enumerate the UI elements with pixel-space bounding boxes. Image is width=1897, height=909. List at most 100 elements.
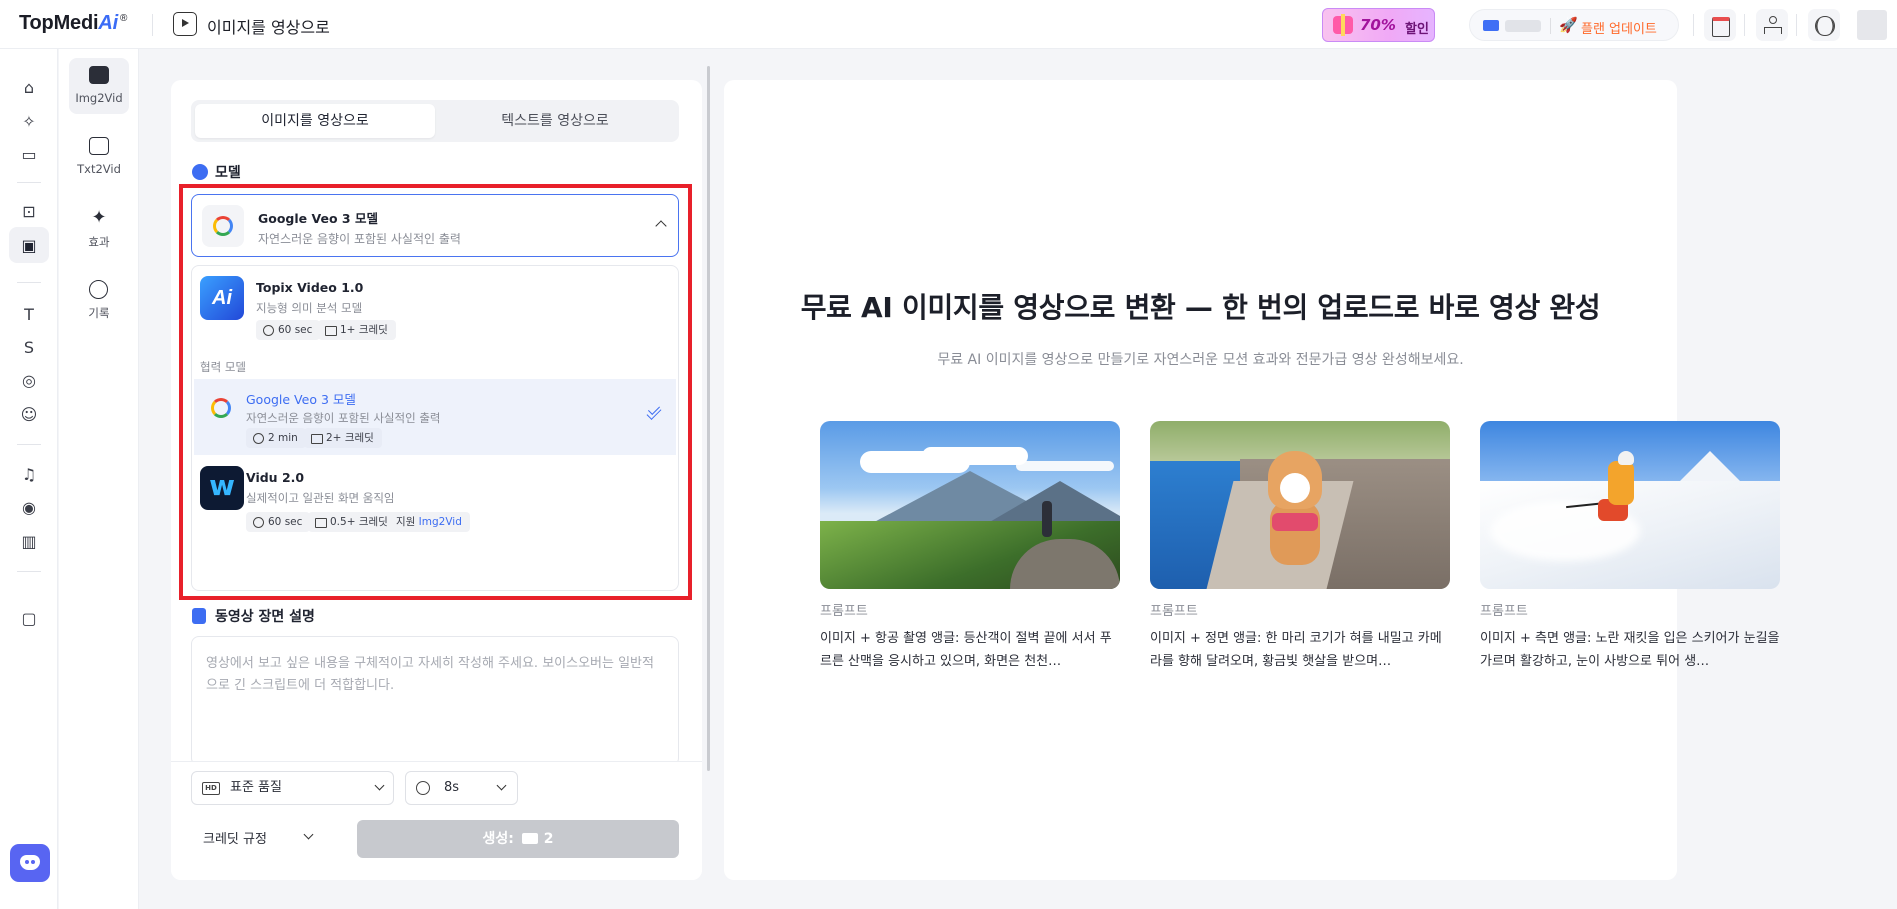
divider [17,182,41,183]
selected-model-name: Google Veo 3 모델 [258,211,378,226]
avatar[interactable] [1857,10,1887,40]
upgrade-plan-button[interactable]: 🚀 플랜 업데이트 [1469,9,1679,41]
ai-tool-icon[interactable]: ▢ [17,606,41,630]
mode-tabs: 이미지를 영상으로 텍스트를 영상으로 [191,100,679,142]
gift-icon [1333,14,1353,36]
tab-text-to-video[interactable]: 텍스트를 영상으로 [435,104,675,138]
scene-section-title: 동영상 장면 설명 [215,609,315,625]
discord-icon[interactable] [10,844,50,882]
image-video-icon [89,66,109,84]
chevron-down-icon [496,780,507,791]
option-desc: 지능형 의미 분석 모델 [256,301,363,315]
image-to-video-icon [173,12,197,36]
promo-percent: 70% [1360,16,1396,34]
avatar-tool-icon[interactable]: ☺ [17,402,41,426]
partner-models-label: 협력 모델 [200,360,246,374]
example-image-skier [1480,421,1780,589]
promo-badge[interactable]: 70% 할인 [1322,8,1435,42]
subnav-item-txt2vid[interactable]: Txt2Vid [69,129,129,185]
quality-select[interactable]: HD 표준 품질 [191,771,394,805]
settings-panel: 이미지를 영상으로 텍스트를 영상으로 모델 Google Veo 3 모델 자… [171,80,702,880]
topix-logo-icon: Ai [200,276,244,320]
top-bar: TopMediAi ® 이미지를 영상으로 70% 할인 🚀 플랜 업데이트 [0,0,1897,49]
model-section-title: 모델 [215,165,241,181]
model-dropdown: Ai Topix Video 1.0 지능형 의미 분석 모델 60 sec 1… [191,265,679,591]
image-tool-icon[interactable]: ⊡ [17,199,41,223]
google-logo-icon [202,205,244,247]
subnav-label: 기록 [88,306,110,320]
music-icon[interactable]: ♫ [17,462,41,486]
piano-icon[interactable]: ▥ [17,529,41,553]
divider [1796,14,1797,36]
chevron-down-icon [303,829,314,840]
folder-icon[interactable]: ▭ [17,142,41,166]
subnav-label: 효과 [88,235,110,249]
home-icon[interactable]: ⌂ [17,75,41,99]
model-option-topix[interactable]: Ai Topix Video 1.0 지능형 의미 분석 모델 60 sec 1… [192,266,678,352]
generate-label: 생성: [482,831,514,847]
app-logo[interactable]: TopMediAi ® [19,12,127,35]
hd-icon: HD [202,782,220,795]
subnav-item-history[interactable]: 기록 [69,272,129,328]
duration-value: 8s [444,780,460,795]
divider [17,444,41,445]
prompt-text: 이미지 + 측면 앵글: 노란 재킷을 입은 스키어가 눈길을 가르며 활강하고… [1480,631,1780,669]
divider [17,571,41,572]
example-card[interactable]: 프롬프트 이미지 + 측면 앵글: 노란 재킷을 입은 스키어가 눈길을 가르며… [1480,421,1780,673]
option-desc: 자연스러운 음향이 포함된 사실적인 출력 [246,411,441,425]
network-button[interactable] [1756,9,1788,41]
duration-select[interactable]: 8s [405,771,518,805]
credit-rules-button[interactable]: 크레딧 규정 [203,828,343,850]
subnav-item-img2vid[interactable]: Img2Vid [69,58,129,114]
sub-nav: Img2Vid Txt2Vid ✦ 효과 기록 [59,49,139,909]
rocket-icon: 🚀 [1559,16,1578,34]
selected-model-desc: 자연스러운 음향이 포함된 사실적인 출력 [258,232,461,246]
prompt-text: 이미지 + 항공 촬영 앵글: 등산객이 절벽 끝에 서서 푸르른 산맥을 응시… [820,631,1112,669]
example-card[interactable]: 프롬프트 이미지 + 항공 촬영 앵글: 등산객이 절벽 끝에 서서 푸르른 산… [820,421,1120,673]
voice-tool-icon[interactable]: ◎ [17,368,41,392]
calendar-button[interactable] [1704,9,1736,41]
time-chip: 2 min [246,428,306,448]
left-nav: ⌂ ✧ ▭ ⊡ ▣ T S ◎ ☺ ♫ ◉ ▥ ▢ ◌ [0,49,58,909]
generate-button[interactable]: 생성: 2 [357,820,679,858]
explore-icon[interactable]: ✧ [17,109,41,133]
text-tool-icon[interactable]: T [17,302,41,326]
credit-chip: 0.5+ 크레딧 [308,512,396,532]
model-icon [192,164,208,180]
upgrade-label: 플랜 업데이트 [1581,22,1657,37]
promo-text: 할인 [1405,22,1429,37]
subnav-label: Img2Vid [75,91,123,105]
support-chip: 지원 Img2Vid [388,512,470,532]
scene-description-input[interactable]: 영상에서 보고 싶은 내용을 구체적이고 자세히 작성해 주세요. 보이스오버는… [191,636,679,766]
credit-chip: 1+ 크레딧 [318,320,396,340]
subnav-item-effects[interactable]: ✦ 효과 [69,201,129,257]
video-camera-icon [521,833,538,844]
hero-title: 무료 AI 이미지를 영상으로 변환 — 한 번의 업로드로 바로 영상 완성 [800,291,1601,324]
model-option-vidu[interactable]: Vidu 2.0 실제적이고 일관된 화면 움직임 60 sec 0.5+ 크레… [192,456,678,556]
credit-chip: 2+ 크레딧 [304,428,382,448]
page-title: 이미지를 영상으로 [207,18,330,37]
model-select[interactable]: Google Veo 3 모델 자연스러운 음향이 포함된 사실적인 출력 [191,194,679,257]
divider [1693,14,1694,36]
example-image-corgi [1150,421,1450,589]
vidu-logo-icon [200,466,244,510]
subtitle-tool-icon[interactable]: S [17,335,41,359]
time-chip: 60 sec [246,512,311,532]
page-scrollbar[interactable] [1888,49,1897,909]
chevron-up-icon [655,220,667,232]
model-option-google-veo[interactable]: Google Veo 3 모델 자연스러운 음향이 포함된 사실적인 출력 2 … [194,379,676,455]
video-tool-icon[interactable]: ▣ [9,227,49,263]
generate-cost: 2 [543,831,554,847]
option-desc: 실제적이고 일관된 화면 움직임 [246,491,395,505]
record-icon[interactable]: ◉ [17,495,41,519]
quality-value: 표준 품질 [230,780,282,795]
example-card[interactable]: 프롬프트 이미지 + 정면 앵글: 한 마리 코기가 혀를 내밀고 카메라를 향… [1150,421,1450,673]
option-name: Google Veo 3 모델 [246,392,356,407]
tab-image-to-video[interactable]: 이미지를 영상으로 [195,104,435,138]
text-video-icon [89,137,109,155]
divider [1744,14,1745,36]
magic-wand-icon: ✦ [91,207,107,228]
time-chip: 60 sec [256,320,321,340]
language-button[interactable] [1808,9,1840,41]
panel-scrollbar[interactable] [707,66,710,771]
